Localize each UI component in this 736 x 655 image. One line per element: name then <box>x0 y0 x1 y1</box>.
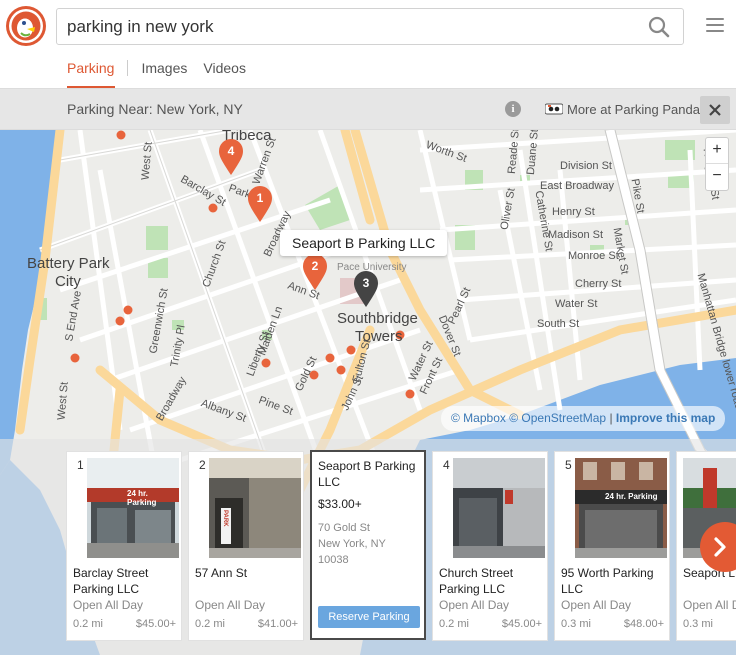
tab-parking[interactable]: Parking <box>67 58 114 86</box>
card-price: $45.00+ <box>501 618 542 630</box>
map-pin-1[interactable]: 1 <box>246 185 274 223</box>
card-name: 57 Ann St <box>195 566 248 580</box>
map-label-division-st: Division St <box>560 160 612 172</box>
map-pin-2[interactable]: 2 <box>301 253 329 291</box>
card-distance: 0.3 mi <box>683 618 713 630</box>
zoom-in-button[interactable]: + <box>706 138 728 164</box>
chevron-right-icon <box>714 537 726 557</box>
card-hours: Open All Day <box>439 598 510 612</box>
map-label-henry-st: Henry St <box>552 206 595 218</box>
card-name: Church Street Parking LLC <box>439 566 514 596</box>
map-pin-3-label: 3 <box>362 276 370 290</box>
map-label-south-st: South St <box>537 318 580 330</box>
map-label-battery-park-city: City <box>55 273 81 290</box>
parking-card-5[interactable]: 5 24 hr. Parking 95 Worth Parking LLC Op… <box>554 451 670 641</box>
card-distance: 0.2 mi <box>73 618 103 630</box>
attribution-separator: | <box>609 411 613 425</box>
card-number: 1 <box>77 458 84 472</box>
vertical-tabs: Parking Images Videos <box>67 58 246 88</box>
parking-card-3-selected[interactable]: Seaport B Parking LLC $33.00+ 70 Gold St… <box>310 450 426 640</box>
map-label-east-broadway: East Broadway <box>540 180 614 192</box>
card-address-line-2: New York, NY <box>318 538 386 550</box>
card-hours: Open All Day <box>195 598 266 612</box>
map-tooltip: Seaport B Parking LLC <box>280 230 448 256</box>
parking-card-1[interactable]: 1 24 hr. Parking Barclay Street Parking … <box>66 451 182 641</box>
card-photo-sign: 24 hr. Parking <box>605 492 658 501</box>
card-name: Barclay Street Parking LLC <box>73 566 149 596</box>
next-results-button[interactable] <box>700 522 736 572</box>
map-pin-4[interactable]: 4 <box>217 138 245 176</box>
card-photo-sign: PARK <box>222 510 228 527</box>
osm-link[interactable]: © OpenStreetMap <box>509 411 606 425</box>
card-hours: Open All Day <box>561 598 632 612</box>
card-price: $41.00+ <box>257 618 298 630</box>
tab-separator <box>127 60 129 76</box>
info-icon[interactable]: i <box>505 101 521 117</box>
search-box <box>56 8 684 45</box>
map-pin-3-selected[interactable]: 3 <box>352 270 380 308</box>
zoom-out-button[interactable]: − <box>706 164 728 190</box>
info-bar-title: Parking Near: New York, NY <box>67 101 243 117</box>
card-name: Seaport B Parking LLC <box>318 459 416 489</box>
duckduckgo-logo[interactable] <box>6 6 46 46</box>
mapbox-link[interactable]: © Mapbox <box>451 411 506 425</box>
more-at-parking-panda-link[interactable]: More at Parking Panda <box>567 102 700 117</box>
card-photo <box>453 458 545 558</box>
card-photo: 24 hr. Parking <box>87 458 179 558</box>
header: Parking Images Videos <box>0 0 736 88</box>
card-address-line-1: 70 Gold St <box>318 522 370 534</box>
hamburger-menu-icon[interactable] <box>706 18 724 34</box>
card-address-line-3: 10038 <box>318 554 349 566</box>
map-label-monroe-st: Monroe St <box>568 250 619 262</box>
parking-panda-icon <box>544 102 564 116</box>
card-number: 5 <box>565 458 572 472</box>
zoom-control: + − <box>705 137 729 191</box>
map-label-madison-st: Madison St <box>548 229 604 241</box>
card-distance: 0.3 mi <box>561 618 591 630</box>
tab-images[interactable]: Images <box>141 58 187 86</box>
card-distance: 0.2 mi <box>195 618 225 630</box>
map-label-battery-park: Battery Park <box>27 255 110 272</box>
map-pin-1-label: 1 <box>256 191 264 205</box>
card-price: $33.00+ <box>318 497 362 511</box>
info-bar: Parking Near: New York, NY i More at Par… <box>0 88 736 130</box>
map-attribution: © Mapbox © OpenStreetMap | Improve this … <box>441 406 726 431</box>
parking-card-4[interactable]: 4 Church Street Parking LLC Open All Day… <box>432 451 548 641</box>
map-label-southbridge: Southbridge <box>337 310 418 327</box>
map-label-cherry-st: Cherry St <box>575 278 622 290</box>
card-distance: 0.2 mi <box>439 618 469 630</box>
search-input[interactable] <box>67 9 627 44</box>
improve-map-link[interactable]: Improve this map <box>616 411 715 425</box>
map-pin-2-label: 2 <box>311 259 319 273</box>
card-number: 4 <box>443 458 450 472</box>
card-photo: PARK <box>209 458 301 558</box>
card-number: 2 <box>199 458 206 472</box>
close-icon[interactable] <box>700 96 730 124</box>
card-name: 95 Worth Parking LLC <box>561 566 654 596</box>
card-photo-sign: 24 hr. Parking <box>127 489 157 507</box>
card-price: $45.00+ <box>135 618 176 630</box>
map-label-water-st: Water St <box>555 298 598 310</box>
reserve-parking-button[interactable]: Reserve Parking <box>318 606 420 628</box>
map-pin-4-label: 4 <box>227 144 235 158</box>
tab-videos[interactable]: Videos <box>203 58 246 86</box>
parking-results-strip: 1 24 hr. Parking Barclay Street Parking … <box>0 439 736 655</box>
search-icon[interactable] <box>647 15 671 39</box>
card-hours: Open All Day <box>73 598 144 612</box>
app: Parking Images Videos Parking Near: New … <box>0 0 736 655</box>
parking-card-2[interactable]: 2 PARK 57 Ann St Open All Day 0.2 mi $41… <box>188 451 304 641</box>
card-hours: Open All Day <box>683 598 736 612</box>
card-photo: 24 hr. Parking <box>575 458 667 558</box>
card-price: $48.00+ <box>623 618 664 630</box>
